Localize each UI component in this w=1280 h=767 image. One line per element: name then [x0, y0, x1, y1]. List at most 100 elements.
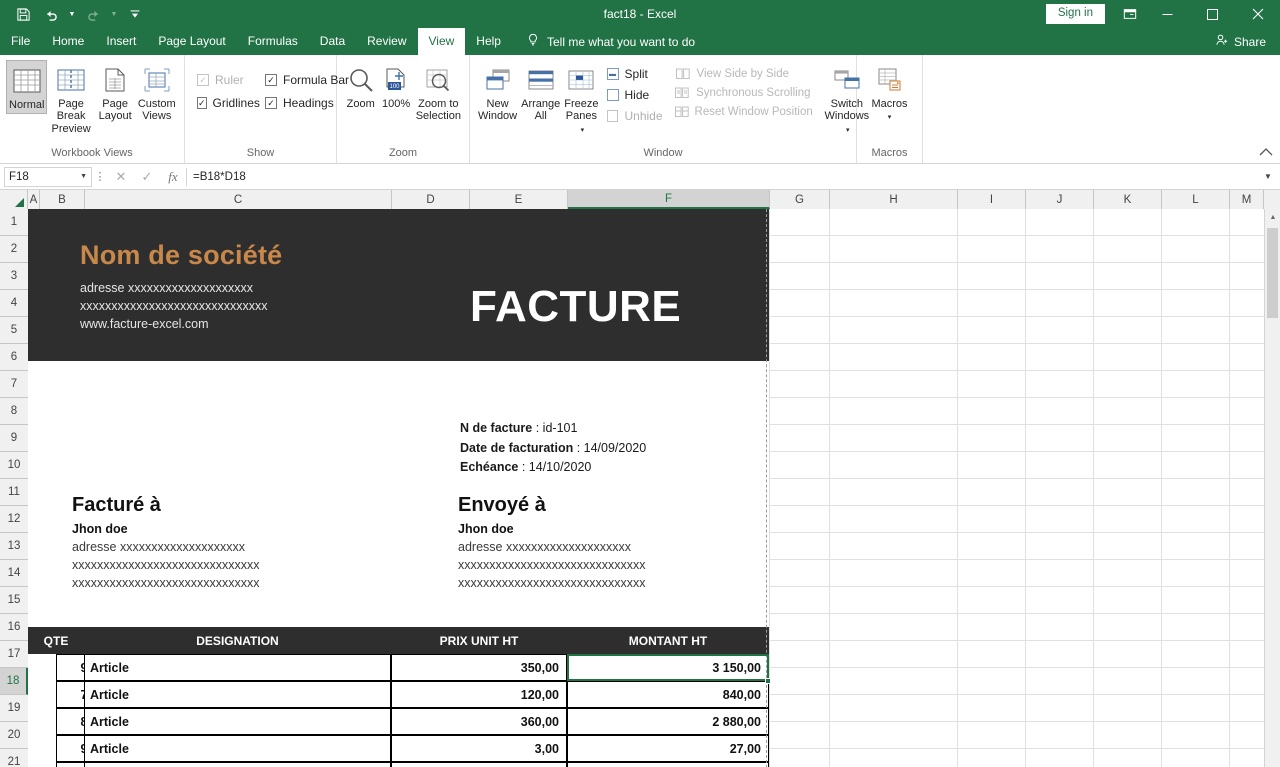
tab-insert[interactable]: Insert [95, 28, 147, 55]
zoom-100-button[interactable]: 100 100% [378, 60, 413, 112]
undo-dropdown-icon[interactable]: ▼ [66, 3, 78, 25]
macros-button[interactable]: Macros ▾ [865, 60, 915, 125]
reset-window-position-item[interactable]: Reset Window Position [674, 105, 813, 119]
insert-function-icon[interactable]: fx [160, 169, 186, 185]
row-header-4[interactable]: 4 [0, 290, 28, 317]
table-row[interactable]: 2 880,00 [567, 708, 769, 735]
tab-home[interactable]: Home [41, 28, 95, 55]
column-header-G[interactable]: G [770, 190, 830, 209]
gridlines-checkbox[interactable]: ✓ Gridlines [197, 96, 260, 110]
row-header-15[interactable]: 15 [0, 587, 28, 614]
chevron-down-icon[interactable]: ▼ [80, 173, 87, 180]
vertical-scrollbar[interactable]: ▲ [1264, 209, 1280, 767]
row-header-7[interactable]: 7 [0, 371, 28, 398]
enter-icon[interactable]: ✓ [134, 169, 160, 185]
row-header-20[interactable]: 20 [0, 722, 28, 749]
zoom-button[interactable]: Zoom [343, 60, 378, 112]
name-box[interactable]: F18 ▼ [4, 166, 92, 187]
column-header-F[interactable]: F [568, 190, 770, 209]
freeze-panes-button[interactable]: Freeze Panes ▾ [562, 60, 600, 137]
tab-page-layout[interactable]: Page Layout [147, 28, 236, 55]
expand-formula-bar-icon[interactable]: ▼ [1260, 172, 1276, 181]
tell-me-search[interactable]: Tell me what you want to do [526, 28, 695, 55]
undo-icon[interactable] [38, 3, 64, 25]
tab-file[interactable]: File [0, 28, 41, 55]
table-row[interactable]: Article [84, 654, 391, 681]
maximize-button[interactable] [1190, 0, 1235, 28]
row-header-13[interactable]: 13 [0, 533, 28, 560]
table-row[interactable]: Article [84, 735, 391, 762]
table-row[interactable]: 120,00 [391, 681, 567, 708]
synchronous-scrolling-item[interactable]: Synchronous Scrolling [675, 86, 811, 100]
tab-help[interactable]: Help [465, 28, 512, 55]
column-header-I[interactable]: I [958, 190, 1026, 209]
zoom-to-selection-button[interactable]: Zoom to Selection [414, 60, 463, 125]
ruler-checkbox[interactable]: ✓ Ruler [197, 73, 251, 87]
row-header-19[interactable]: 19 [0, 695, 28, 722]
row-header-3[interactable]: 3 [0, 263, 28, 290]
table-row[interactable]: 350,00 [391, 654, 567, 681]
table-row[interactable]: 360,00 [391, 708, 567, 735]
page-layout-button[interactable]: Page Layout [95, 60, 136, 125]
tab-view[interactable]: View [417, 28, 466, 55]
formula-bar-grip[interactable]: ⋮ [92, 170, 108, 183]
cancel-icon[interactable]: ✕ [108, 169, 134, 185]
table-row[interactable]: 3 150,00 [567, 654, 769, 681]
redo-dropdown-icon[interactable]: ▼ [108, 3, 120, 25]
row-header-17[interactable]: 17 [0, 641, 28, 668]
arrange-all-button[interactable]: Arrange All [519, 60, 562, 125]
share-button[interactable]: Share [1215, 28, 1280, 55]
row-header-21[interactable]: 21 [0, 749, 28, 767]
table-row[interactable]: Article [84, 681, 391, 708]
table-row[interactable]: 840,00 [567, 681, 769, 708]
row-header-10[interactable]: 10 [0, 452, 28, 479]
table-row[interactable]: 225,00 [567, 762, 769, 767]
table-row[interactable]: 15,00 [391, 762, 567, 767]
fill-handle[interactable] [765, 678, 771, 684]
row-header-6[interactable]: 6 [0, 344, 28, 371]
column-header-L[interactable]: L [1162, 190, 1230, 209]
page-break-preview-button[interactable]: Page Break Preview [47, 60, 94, 137]
select-all-corner[interactable] [0, 190, 28, 209]
tab-review[interactable]: Review [356, 28, 417, 55]
chevron-down-icon[interactable]: ▾ [844, 127, 850, 134]
table-row[interactable]: 27,00 [567, 735, 769, 762]
row-header-9[interactable]: 9 [0, 425, 28, 452]
column-header-C[interactable]: C [85, 190, 392, 209]
column-header-J[interactable]: J [1026, 190, 1094, 209]
split-checkbox[interactable]: ▬ Split [606, 67, 663, 81]
row-header-18[interactable]: 18 [0, 668, 28, 695]
hide-checkbox[interactable]: Hide [606, 88, 663, 102]
normal-view-button[interactable]: Normal [6, 60, 48, 115]
table-row[interactable]: Article [84, 762, 391, 767]
column-header-K[interactable]: K [1094, 190, 1162, 209]
unhide-checkbox[interactable]: Unhide [606, 109, 663, 123]
row-header-16[interactable]: 16 [0, 614, 28, 641]
tab-data[interactable]: Data [309, 28, 356, 55]
save-icon[interactable] [10, 3, 36, 25]
column-header-B[interactable]: B [40, 190, 85, 209]
chevron-down-icon[interactable]: ▾ [579, 127, 585, 134]
customize-quick-access-toolbar-icon[interactable] [122, 3, 148, 25]
custom-views-button[interactable]: Custom Views [136, 60, 178, 125]
formula-input[interactable]: =B18*D18 [187, 166, 1260, 187]
tab-formulas[interactable]: Formulas [237, 28, 309, 55]
row-header-12[interactable]: 12 [0, 506, 28, 533]
row-header-2[interactable]: 2 [0, 236, 28, 263]
row-header-14[interactable]: 14 [0, 560, 28, 587]
scroll-up-icon[interactable]: ▲ [1265, 209, 1280, 226]
view-side-by-side-item[interactable]: View Side by Side [675, 67, 811, 81]
column-header-H[interactable]: H [830, 190, 958, 209]
new-window-button[interactable]: New Window [476, 60, 519, 125]
worksheet-canvas[interactable]: Nom de société adresse xxxxxxxxxxxxxxxxx… [28, 209, 1280, 767]
column-header-A[interactable]: A [28, 190, 40, 209]
row-header-8[interactable]: 8 [0, 398, 28, 425]
vertical-scrollbar-thumb[interactable] [1267, 228, 1278, 318]
chevron-down-icon[interactable]: ▾ [888, 114, 892, 121]
table-row[interactable]: 3,00 [391, 735, 567, 762]
row-header-5[interactable]: 5 [0, 317, 28, 344]
row-header-11[interactable]: 11 [0, 479, 28, 506]
row-header-1[interactable]: 1 [0, 209, 28, 236]
collapse-ribbon-icon[interactable] [1259, 145, 1273, 159]
column-header-D[interactable]: D [392, 190, 470, 209]
